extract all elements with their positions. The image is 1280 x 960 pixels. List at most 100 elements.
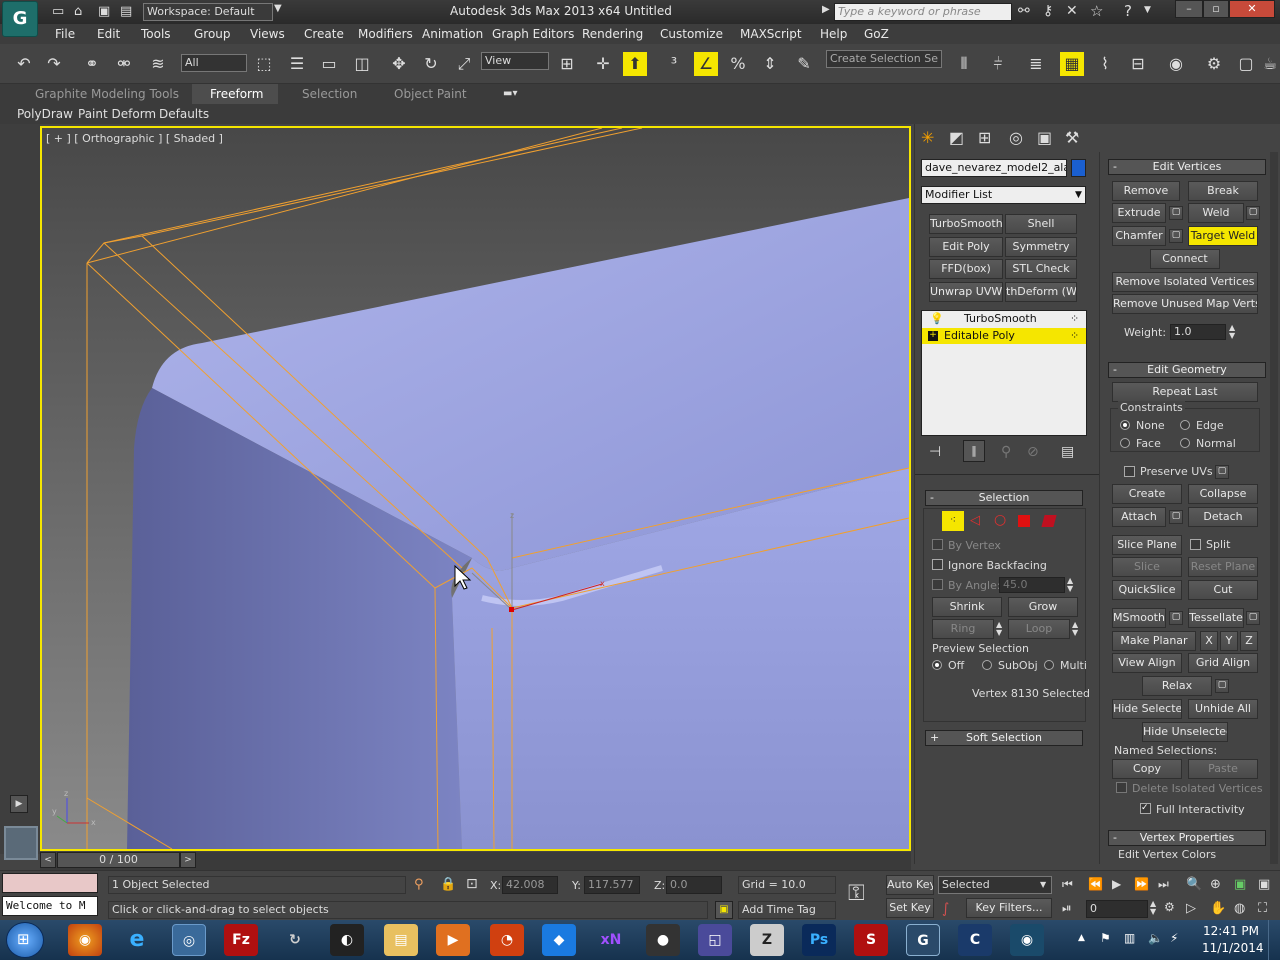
media-player-icon[interactable]: ▶ [436, 924, 470, 956]
select-object-icon[interactable]: ⬚ [252, 52, 276, 76]
graphite-toggle-icon[interactable]: ▦ [1060, 52, 1084, 76]
key-icon[interactable]: ⚷ [1043, 3, 1053, 19]
tools-icon[interactable]: ✕ [1066, 3, 1078, 19]
key-mode-chevron-icon[interactable]: ▼ [1040, 880, 1046, 889]
hide-unselected-button[interactable]: Hide Unselected [1142, 722, 1228, 742]
grid-align-button[interactable]: Grid Align [1188, 653, 1258, 673]
material-editor-icon[interactable]: ◉ [1164, 52, 1188, 76]
hacker-app-icon[interactable]: ● [646, 924, 680, 956]
stack-item-turbosmooth[interactable]: 💡 TurboSmooth ⁘ [922, 311, 1086, 327]
set-key-button[interactable]: Set Key [886, 898, 934, 918]
3ds-max-taskbar-icon[interactable]: G [906, 924, 940, 956]
render-frame-icon[interactable]: ▢ [1234, 52, 1258, 76]
shrink-button[interactable]: Shrink [932, 597, 1002, 617]
menu-help[interactable]: Help [820, 27, 847, 41]
zoom-all-icon[interactable]: ⊕ [1210, 877, 1221, 892]
expand-plus-icon[interactable]: + [928, 331, 938, 341]
modify-tab-icon[interactable]: ◩ [949, 128, 964, 147]
ribbon-paint-deform[interactable]: Paint Deform [78, 107, 156, 121]
help-chevron-icon[interactable]: ▼ [1144, 5, 1151, 15]
polygon-mode-icon[interactable] [1018, 515, 1030, 527]
mod-shell-button[interactable]: Shell [1005, 214, 1077, 234]
remove-button[interactable]: Remove [1112, 181, 1180, 201]
redo-icon[interactable]: ↷ [42, 52, 66, 76]
zoom-icon[interactable]: 🔍 [1186, 877, 1202, 892]
selection-filter-dropdown[interactable]: All [181, 54, 247, 72]
slice-button[interactable]: Slice [1112, 557, 1182, 577]
key-mode-toggle-icon[interactable]: ⏯ [1062, 901, 1072, 916]
goto-start-icon[interactable]: ⏮ [1062, 877, 1073, 892]
create-tab-icon[interactable]: ✳ [921, 128, 934, 147]
constraint-normal-radio[interactable] [1180, 438, 1190, 448]
ref-coord-dropdown[interactable]: View [481, 52, 549, 70]
orbit-icon[interactable]: ◍ [1234, 901, 1245, 916]
star-icon[interactable]: ☆ [1090, 2, 1103, 20]
open-icon[interactable]: ⌂ [74, 4, 82, 19]
xn-icon[interactable]: xN [594, 924, 628, 956]
help-icon[interactable]: ? [1124, 2, 1132, 20]
time-slider[interactable]: 0 / 100 [57, 852, 180, 868]
display-tab-icon[interactable]: ▣ [1037, 128, 1052, 147]
set-key-icon[interactable]: ⚿ [848, 881, 865, 906]
preview-subobj-radio[interactable] [982, 660, 992, 670]
auto-key-button[interactable]: Auto Key [886, 875, 934, 895]
viewport-nav-arrow-icon[interactable]: ▶ [10, 795, 28, 813]
prev-frame-icon[interactable]: ⏪ [1088, 877, 1103, 891]
edge-mode-icon[interactable]: ◁ [970, 513, 980, 528]
align-icon[interactable]: ⫩ [986, 52, 1010, 76]
remove-modifier-icon[interactable]: ⊘ [1027, 444, 1039, 460]
ribbon-options-icon[interactable]: ▬▾ [503, 88, 517, 99]
tessellate-button[interactable]: Tessellate [1188, 608, 1244, 628]
clock-time[interactable]: 12:41 PM [1203, 924, 1259, 938]
hierarchy-tab-icon[interactable]: ⊞ [978, 128, 991, 147]
move-icon[interactable]: ✥ [387, 52, 411, 76]
3d-app-icon[interactable]: ◱ [698, 924, 732, 956]
extrude-settings-button[interactable]: ▢ [1169, 206, 1183, 220]
vertex-mode-icon[interactable]: ⁖ [942, 511, 964, 531]
angle-spinner-arrows-icon[interactable]: ▲ ▼ [1067, 577, 1073, 593]
menu-group[interactable]: Group [194, 27, 231, 41]
curve-editor-icon[interactable]: ⌇ [1093, 52, 1117, 76]
zbrush-app-icon[interactable]: ◐ [330, 924, 364, 956]
window-crossing-icon[interactable]: ◫ [350, 52, 374, 76]
project-icon[interactable]: ▤ [120, 4, 132, 19]
pin-stack-icon[interactable]: ⊣ [929, 444, 941, 460]
tray-flag-icon[interactable]: ⚑ [1100, 931, 1111, 945]
tray-arrow-icon[interactable]: ▲ [1078, 933, 1085, 943]
mod-stl-check-button[interactable]: STL Check [1005, 259, 1077, 279]
menu-graph-editors[interactable]: Graph Editors [492, 27, 574, 41]
utilities-tab-icon[interactable]: ⚒ [1065, 128, 1079, 147]
menu-file[interactable]: File [55, 27, 75, 41]
menu-customize[interactable]: Customize [660, 27, 723, 41]
key-tangent-icon[interactable]: ∫ [942, 901, 949, 917]
make-unique-icon[interactable]: ⚲ [1001, 444, 1011, 460]
z-coordinate-field[interactable]: 0.0 [666, 876, 722, 894]
expand-icon[interactable]: ▶ [822, 4, 830, 15]
dropbox-icon[interactable]: ◆ [542, 924, 576, 956]
remove-isolated-button[interactable]: Remove Isolated Vertices [1112, 272, 1258, 292]
detach-button[interactable]: Detach [1188, 507, 1258, 527]
chamfer-settings-button[interactable]: ▢ [1169, 229, 1183, 243]
preserve-uvs-checkbox[interactable] [1124, 466, 1135, 477]
tray-volume-icon[interactable]: 🔈 [1148, 931, 1163, 945]
save-icon[interactable]: ▣ [98, 4, 110, 19]
stack-item-editable-poly[interactable]: + Editable Poly ⁘ [922, 328, 1086, 344]
repeat-last-button[interactable]: Repeat Last [1112, 382, 1258, 402]
photoshop-icon[interactable]: Ps [802, 924, 836, 956]
loop-spinner-icon[interactable]: ▲ ▼ [1072, 621, 1078, 637]
object-name-field[interactable]: dave_nevarez_model2_alarm [921, 159, 1067, 177]
hide-selected-button[interactable]: Hide Selected [1112, 699, 1182, 719]
quickslice-button[interactable]: QuickSlice [1112, 580, 1182, 600]
filezilla-icon[interactable]: Fz [224, 924, 258, 956]
view-align-button[interactable]: View Align [1112, 653, 1182, 673]
add-time-tag-button[interactable]: Add Time Tag [738, 901, 836, 919]
pan-icon[interactable]: ✋ [1210, 901, 1226, 916]
constraint-edge-radio[interactable] [1180, 420, 1190, 430]
frame-spinner-icon[interactable]: ▲ ▼ [1150, 900, 1156, 916]
object-color-swatch[interactable] [1071, 159, 1086, 177]
time-tag-icon[interactable]: ▣ [715, 901, 733, 919]
schematic-view-icon[interactable]: ⊟ [1126, 52, 1150, 76]
mod-thdeform-button[interactable]: thDeform (WSM [1005, 282, 1077, 302]
tab-freeform[interactable]: Freeform [210, 87, 263, 101]
pivot-icon[interactable]: ⊞ [555, 52, 579, 76]
